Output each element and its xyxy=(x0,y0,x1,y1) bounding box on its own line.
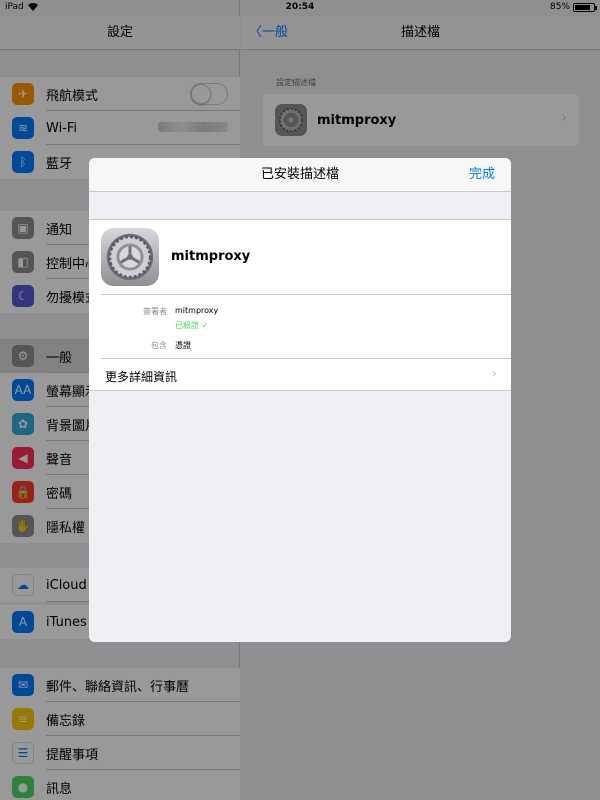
profile-name: mitmproxy xyxy=(171,249,251,264)
divider xyxy=(101,358,511,359)
status-right: 85% xyxy=(549,2,597,12)
modal-navbar: 已安裝描述檔 完成 xyxy=(89,158,511,192)
contains-value: 憑證 xyxy=(175,341,191,350)
battery-icon xyxy=(573,2,597,12)
done-button[interactable]: 完成 xyxy=(469,158,495,192)
settings-gear-icon xyxy=(101,228,159,286)
contains-label: 包含 xyxy=(151,341,167,350)
profile-card: mitmproxy 簽署者 mitmproxy 已驗證 ✓ 包含 憑證 更多詳細… xyxy=(89,219,511,391)
status-bar: iPad 20:54 85% xyxy=(0,0,600,16)
status-time: 20:54 xyxy=(285,2,315,12)
modal-title: 已安裝描述檔 xyxy=(260,167,339,182)
battery-percent: 85% xyxy=(549,2,570,12)
more-details-row[interactable]: 更多詳細資訊 xyxy=(105,368,177,385)
battery-fill xyxy=(575,4,591,10)
verified-badge: 已驗證 ✓ xyxy=(175,321,209,330)
signed-by-label: 簽署者 xyxy=(143,307,167,316)
installed-profile-modal: 已安裝描述檔 完成 mitmproxy 簽署者 mitmproxy 已驗證 ✓ … xyxy=(89,158,511,642)
signed-by-value: mitmproxy xyxy=(175,306,219,315)
divider xyxy=(101,294,511,295)
chevron-right-icon: › xyxy=(491,366,497,382)
